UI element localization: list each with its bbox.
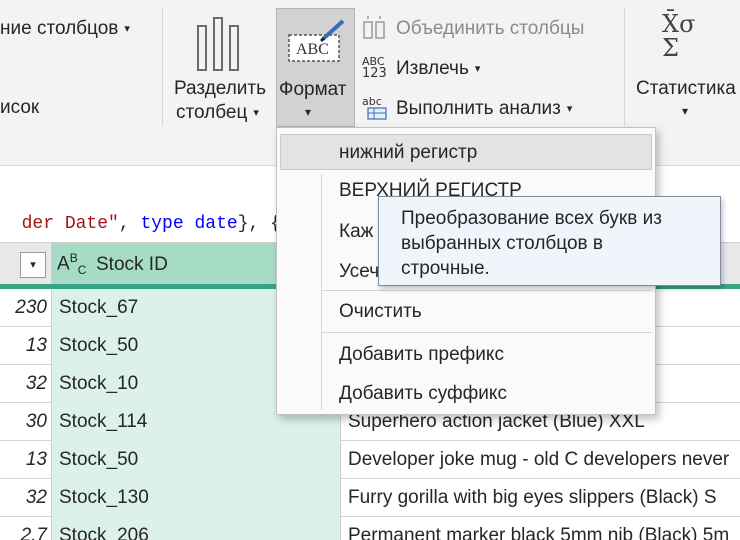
- table-row[interactable]: 32 Stock_130 Furry gorilla with big eyes s…: [0, 479, 740, 517]
- chevron-down-icon: ▾: [305, 105, 312, 119]
- statistics-label: Статистика: [636, 78, 736, 99]
- quantity-cell: 13: [25, 449, 47, 470]
- menu-item-clean[interactable]: Очистить: [339, 301, 422, 323]
- description-cell: Furry gorilla with big eyes slippers (Bl…: [348, 487, 717, 508]
- formula-keyword: date: [194, 214, 238, 234]
- stock-id-cell[interactable]: Stock_130: [51, 479, 341, 517]
- column-filter-button[interactable]: ▾: [20, 252, 46, 278]
- lowercase-tooltip: Преобразование всех букв из выбранных ст…: [378, 196, 721, 286]
- abc-123-icon: ABC 123: [362, 55, 387, 81]
- formula-rest: }, {: [237, 214, 281, 234]
- stock-id-value: Stock_206: [59, 525, 149, 540]
- merge-columns-icon: [363, 16, 385, 39]
- stock-id-value: Stock_114: [59, 411, 148, 432]
- columns-label: ние столбцов: [0, 18, 119, 39]
- stock-id-cell[interactable]: Stock_206: [51, 517, 341, 540]
- menu-item-trim[interactable]: Усеч: [339, 261, 379, 283]
- chevron-down-icon: ▾: [682, 104, 689, 118]
- table-row[interactable]: 13 Stock_50 Developer joke mug - old C dev…: [0, 441, 740, 479]
- analyze-button[interactable]: abc Выполнить анализ ▾: [360, 94, 610, 124]
- table-row[interactable]: 2.7 Stock_206 Permanent marker black 5mm n…: [0, 517, 740, 540]
- quantity-cell: 32: [25, 487, 47, 508]
- transpose-columns-button[interactable]: ние столбцов ▾: [0, 18, 130, 40]
- stock-id-value: Stock_50: [59, 449, 139, 470]
- quantity-cell: 30: [25, 411, 47, 432]
- menu-icon-gutter: [321, 174, 322, 410]
- chevron-down-icon: ▾: [253, 107, 259, 119]
- menu-item-capitalize[interactable]: Каж: [339, 221, 373, 243]
- split-label-1: Разделить: [174, 78, 267, 99]
- stock-id-cell[interactable]: Stock_50: [51, 441, 341, 479]
- merge-columns-button[interactable]: Объединить столбцы: [360, 14, 620, 44]
- parse-abc-icon: abc: [362, 96, 388, 123]
- stock-id-value: Stock_50: [59, 335, 139, 356]
- quantity-cell: 32: [25, 373, 47, 394]
- quantity-cell: 2.7: [20, 525, 47, 540]
- tooltip-line: выбранных столбцов в: [401, 233, 603, 254]
- menu-item-add-suffix[interactable]: Добавить суффикс: [339, 383, 507, 405]
- text-type-icon: ABC: [57, 251, 87, 278]
- merge-columns-label: Объединить столбцы: [396, 18, 585, 39]
- extract-button[interactable]: ABC 123 Извлечь ▾: [360, 54, 510, 84]
- statistics-icon: X̄σ Σ: [662, 10, 696, 62]
- split-label-2: столбец: [176, 102, 248, 123]
- stock-id-value: Stock_130: [59, 487, 149, 508]
- description-cell: Permanent marker black 5mm nib (Black) 5…: [348, 525, 730, 540]
- menu-item-lowercase[interactable]: нижний регистр: [339, 142, 477, 164]
- ribbon-separator: [624, 8, 625, 126]
- formula-keyword: type: [140, 214, 184, 234]
- split-column-button[interactable]: Разделить столбец ▾: [168, 8, 272, 127]
- statistics-button[interactable]: X̄σ Σ Статистика ▾: [630, 8, 740, 127]
- extract-label: Извлечь: [396, 58, 469, 79]
- formula-comma: ,: [118, 214, 141, 234]
- chevron-down-icon: ▾: [30, 259, 36, 271]
- svg-text:ABC: ABC: [296, 41, 329, 58]
- stock-id-header-label: Stock ID: [96, 254, 168, 275]
- stock-id-value: Stock_10: [59, 373, 139, 394]
- split-column-icon: [197, 17, 239, 71]
- chevron-down-icon: ▾: [124, 23, 130, 35]
- analyze-label: Выполнить анализ: [396, 98, 561, 119]
- quantity-cell: 230: [15, 297, 47, 318]
- stock-id-value: Stock_67: [59, 297, 139, 318]
- quantity-cell: 13: [25, 335, 47, 356]
- tooltip-line: строчные.: [401, 258, 490, 279]
- format-button[interactable]: ABC Формат ▾: [276, 8, 355, 127]
- format-abc-icon: ABC: [288, 19, 345, 62]
- tooltip-line: Преобразование всех букв из: [401, 208, 662, 229]
- menu-item-add-prefix[interactable]: Добавить префикс: [339, 344, 504, 366]
- menu-divider: [321, 332, 651, 333]
- format-label: Формат: [279, 79, 347, 100]
- chevron-down-icon: ▾: [566, 103, 573, 115]
- ribbon-separator: [162, 8, 163, 126]
- menu-divider: [321, 290, 651, 291]
- description-cell: Developer joke mug - old C developers ne…: [348, 449, 730, 470]
- chevron-down-icon: ▾: [474, 63, 481, 75]
- formula-string: der Date": [21, 214, 119, 234]
- list-button[interactable]: исок: [0, 97, 39, 119]
